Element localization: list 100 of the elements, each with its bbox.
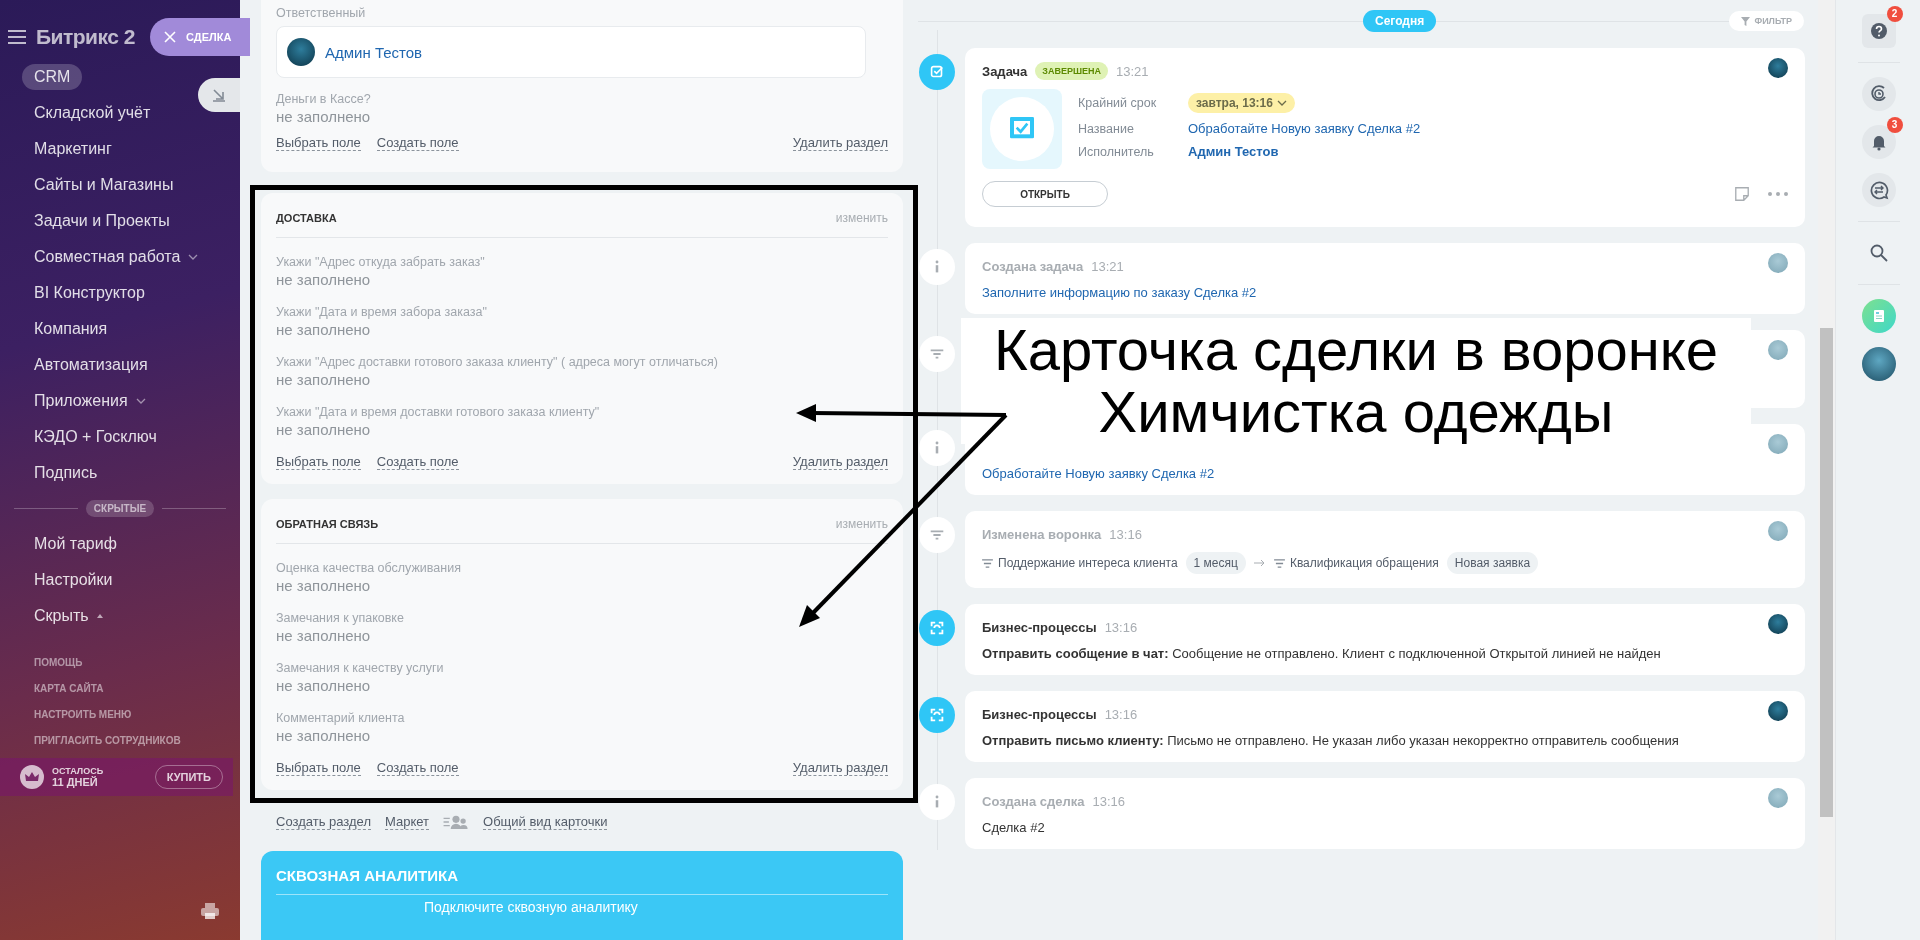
arrow-icon	[1253, 559, 1266, 567]
filter-icon	[1741, 16, 1751, 26]
task-field-label: Крайний срок	[1078, 96, 1158, 110]
count-badge: 3	[1886, 117, 1903, 133]
open-button[interactable]: ОТКРЫТЬ	[982, 181, 1108, 207]
timer-button[interactable]	[1861, 77, 1896, 111]
menu-item[interactable]: BI Конструктор	[22, 280, 157, 306]
field-label: Комментарий клиента	[276, 711, 406, 725]
menu-item[interactable]: Автоматизация	[22, 352, 160, 378]
arrow-down-right-icon	[212, 88, 226, 102]
stage-name: Поддержание интереса клиента	[998, 556, 1178, 570]
menu-item[interactable]: Маркетинг	[22, 136, 124, 162]
user-avatar[interactable]	[1861, 347, 1896, 381]
menu-item[interactable]: Подпись	[22, 460, 110, 486]
responsible-field[interactable]: Админ Тестов	[276, 26, 866, 78]
task-name-link[interactable]: Обработайте Новую заявку Сделка #2	[1188, 121, 1421, 136]
chat-button[interactable]	[1861, 173, 1896, 207]
card-link[interactable]: Создать раздел	[276, 814, 371, 830]
field-value: не заполнено	[276, 108, 372, 125]
funnel-icon	[919, 336, 955, 372]
collapse-button[interactable]	[198, 78, 240, 112]
delete-section-link[interactable]: Удалить раздел	[792, 454, 888, 470]
menu-icon[interactable]	[8, 30, 26, 44]
menu-item[interactable]: CRM	[22, 64, 83, 90]
stage-tag: Новая заявка	[1446, 552, 1539, 574]
chevron-down-icon	[135, 398, 146, 404]
section-action-link[interactable]: Создать поле	[376, 454, 459, 470]
field-value: не заполнено	[276, 421, 372, 438]
crown-icon	[20, 765, 44, 789]
menu-item[interactable]: Совместная работа	[22, 244, 211, 270]
printer-icon[interactable]	[200, 902, 220, 920]
chevron-down-icon	[1276, 100, 1287, 106]
menu-item[interactable]: КЭДО + Госключ	[22, 424, 169, 450]
field-value: не заполнено	[276, 627, 372, 644]
field-value: не заполнено	[276, 727, 372, 744]
field-label: Оценка качества обслуживания	[276, 561, 462, 575]
info-icon	[919, 430, 955, 466]
activity-text: Отправить сообщение в чат: Сообщение не отправлено. Клиент с подключенной Открытой линией не найден	[982, 646, 1662, 661]
section-action-link[interactable]: Выбрать поле	[276, 760, 361, 776]
status-badge: ЗАВЕРШЕНА	[1035, 62, 1108, 80]
activity-link[interactable]: Обработайте Новую заявку Сделка #2	[982, 466, 1215, 481]
activity-link[interactable]: Заполните информацию по заказу Сделка #2	[982, 285, 1257, 300]
logo-text[interactable]: Битрикс 2	[36, 25, 135, 49]
user-avatar	[287, 38, 315, 66]
menu-item[interactable]: Сайты и Магазины	[22, 172, 186, 198]
menu-item[interactable]: Приложения	[22, 388, 158, 414]
menu-item[interactable]: Мой тариф	[22, 531, 129, 557]
field-label: Укажи "Дата и время забора заказа"	[276, 305, 488, 319]
menu-item[interactable]: Задачи и Проекты	[22, 208, 182, 234]
menu-item[interactable]: Компания	[22, 316, 120, 342]
user-avatar[interactable]	[1768, 614, 1788, 634]
activity-time: 13:16	[1092, 793, 1126, 809]
section-action-link[interactable]: Выбрать поле	[276, 454, 361, 470]
chat-icon	[1868, 180, 1889, 200]
deadline-pill[interactable]: завтра, 13:16	[1188, 93, 1295, 113]
activity-time: 13:16	[1104, 706, 1138, 722]
caption-text: Химчистка одежды	[1098, 381, 1614, 443]
user-avatar[interactable]	[1768, 58, 1788, 78]
assignee-link[interactable]: Админ Тестов	[1188, 144, 1421, 159]
process-arrows-icon	[919, 610, 955, 646]
field-value: не заполнено	[276, 271, 372, 288]
card-link[interactable]: Маркет	[385, 814, 429, 830]
field-label: Ответственный	[276, 6, 367, 20]
clock-icon	[1868, 84, 1889, 104]
field-value: не заполнено	[276, 677, 372, 694]
section-title: ОБРАТНАЯ СВЯЗЬ	[276, 518, 379, 530]
section-action-link[interactable]: Создать поле	[376, 760, 459, 776]
task-check-icon	[919, 54, 955, 90]
caret-up-icon	[96, 614, 103, 618]
today-label: Сегодня	[1363, 10, 1437, 32]
question-icon	[1868, 21, 1889, 41]
field-label: Укажи "Дата и время доставки готового заказа клиенту"	[276, 405, 601, 419]
people-icon	[443, 814, 469, 830]
footer-link[interactable]: НАСТРОИТЬ МЕНЮ	[34, 709, 132, 720]
field-value: не заполнено	[276, 577, 372, 594]
delete-section-link[interactable]: Удалить раздел	[792, 135, 888, 151]
close-icon	[164, 31, 176, 43]
menu-item[interactable]: Складской учёт	[22, 100, 163, 126]
chevron-down-icon	[188, 254, 199, 260]
activity-time: 13:21	[1116, 63, 1149, 79]
activity-title: Бизнес-процессы	[982, 619, 1097, 635]
delete-section-link[interactable]: Удалить раздел	[792, 760, 888, 776]
trial-label: ОСТАЛОСЬ	[52, 766, 104, 776]
activity-title: Создана сделка	[982, 793, 1085, 809]
footer-link[interactable]: ПРИГЛАСИТЬ СОТРУДНИКОВ	[34, 735, 181, 746]
activity-time: 13:16	[1109, 526, 1142, 542]
section-action-link[interactable]: Создать поле	[376, 135, 459, 151]
footer-link[interactable]: ПОМОЩЬ	[34, 657, 83, 668]
activity-title: Изменена воронка	[982, 526, 1102, 542]
card-link[interactable]: Общий вид карточки	[483, 814, 608, 830]
menu-item[interactable]: Скрыть	[22, 603, 115, 629]
funnel-icon	[982, 558, 993, 568]
stage-name: Квалификация обращения	[1289, 556, 1439, 570]
menu-item[interactable]: Настройки	[22, 567, 125, 593]
section-label: СКРЫТЫЕ	[85, 500, 155, 517]
section-action-link[interactable]: Выбрать поле	[276, 135, 361, 151]
activity-title: Создана задача	[982, 258, 1084, 274]
task-field-label: Исполнитель	[1078, 144, 1155, 159]
user-avatar[interactable]	[1768, 701, 1788, 721]
footer-link[interactable]: КАРТА САЙТА	[34, 683, 104, 694]
